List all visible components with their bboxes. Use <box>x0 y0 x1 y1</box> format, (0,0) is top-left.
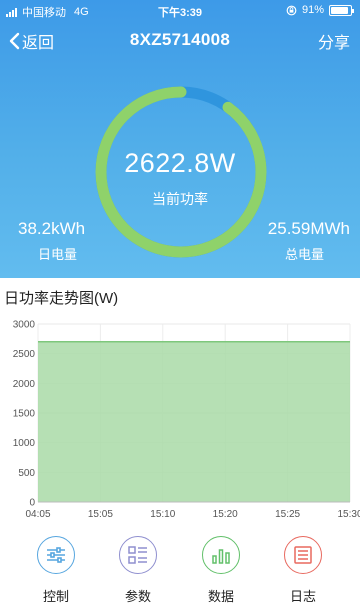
share-button[interactable]: 分享 <box>318 29 350 53</box>
tab-label: 参数 <box>124 589 151 604</box>
daily-power-chart[interactable]: 0 500 1000 1500 2000 2500 3000 04:05 15:05 15:10 1… <box>0 312 360 528</box>
current-power-value: 2622.8W <box>124 148 236 178</box>
tab-list[interactable]: 参数 <box>110 536 166 605</box>
total-energy-label: 总电量 <box>284 247 324 262</box>
header-panel: 中国移动 4G 下午3:39 91% 返回 8XZ5714008 分享 2622… <box>0 0 360 278</box>
sliders-icon <box>37 536 75 574</box>
x-tick-label: 15:10 <box>150 509 175 520</box>
tab-bar-chart[interactable]: 数据 <box>193 536 249 605</box>
y-tick-label: 3000 <box>13 320 36 331</box>
y-tick-label: 1500 <box>13 409 36 420</box>
chevron-left-icon <box>9 32 20 50</box>
daily-energy-label: 日电量 <box>38 247 78 262</box>
y-tick-label: 500 <box>18 468 35 479</box>
status-bar: 中国移动 4G 下午3:39 91% <box>0 0 360 22</box>
tab-label: 控制 <box>42 589 69 604</box>
total-energy-value: 25.59MWh <box>267 219 350 238</box>
tab-label: 数据 <box>207 589 234 604</box>
x-tick-label: 15:05 <box>88 509 113 520</box>
x-tick-label: 15:20 <box>213 509 238 520</box>
battery-percent: 91% <box>301 4 324 16</box>
y-tick-label: 0 <box>29 498 35 509</box>
series-area <box>38 341 350 502</box>
chart-title: 日功率走势图(W) <box>4 290 119 307</box>
bottom-toolbar: 控制 参数 数据 日志 <box>0 536 360 614</box>
bar-chart-icon <box>202 536 240 574</box>
tab-sliders[interactable]: 控制 <box>28 536 84 605</box>
current-power-label: 当前功率 <box>152 191 208 207</box>
y-tick-label: 2500 <box>13 349 36 360</box>
y-tick-label: 2000 <box>13 379 36 390</box>
status-right: 91% <box>286 4 354 16</box>
y-tick-label: 1000 <box>13 438 36 449</box>
tab-log[interactable]: 日志 <box>275 536 331 605</box>
nav-bar: 返回 8XZ5714008 分享 <box>0 26 360 56</box>
x-tick-label: 15:30 <box>337 509 360 520</box>
x-tick-label: 04:05 <box>25 509 50 520</box>
tab-label: 日志 <box>289 589 316 604</box>
back-label: 返回 <box>22 35 55 52</box>
list-icon <box>119 536 157 574</box>
x-tick-label: 15:25 <box>275 509 300 520</box>
back-button[interactable]: 返回 <box>8 29 54 53</box>
rotation-lock-icon <box>286 5 297 15</box>
battery-icon <box>329 4 354 16</box>
daily-energy-value: 38.2kWh <box>18 219 86 238</box>
log-icon <box>284 536 322 574</box>
